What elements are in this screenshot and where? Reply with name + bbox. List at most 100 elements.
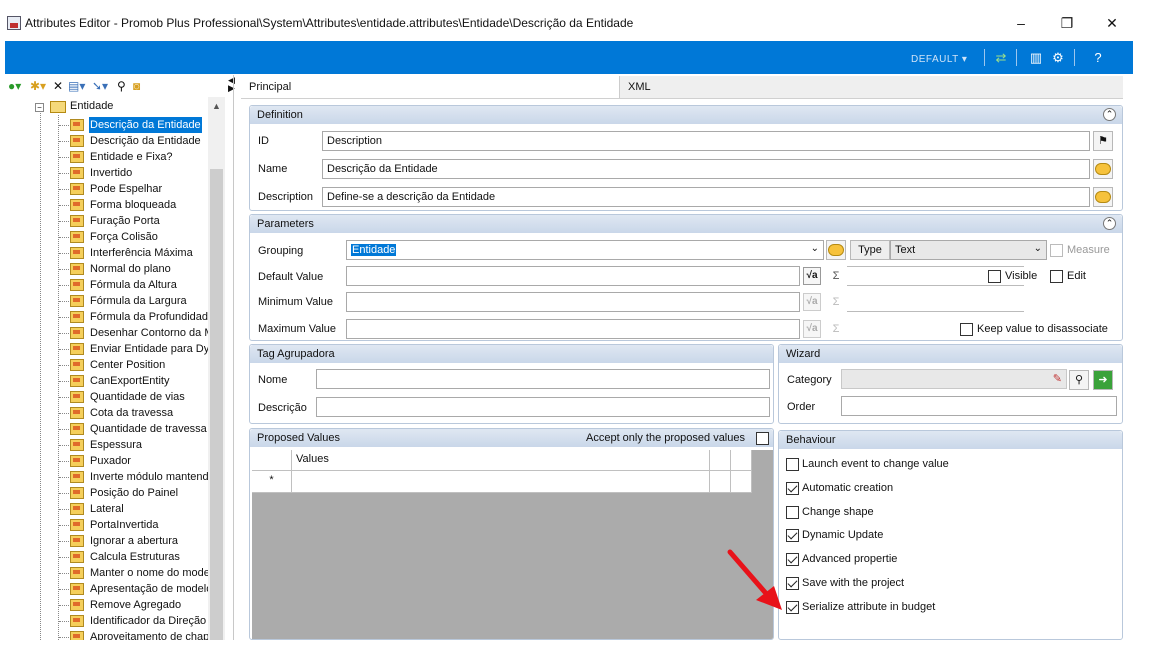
grouping-translate-button[interactable]: [826, 240, 846, 260]
name-input[interactable]: Descrição da Entidade: [322, 159, 1090, 179]
attribute-icon: [70, 567, 84, 579]
category-input[interactable]: ✎: [841, 369, 1067, 389]
minimum-value-input[interactable]: [346, 292, 800, 312]
folder-icon: [50, 101, 66, 113]
behaviour-checkbox[interactable]: [786, 481, 799, 495]
find-icon[interactable]: ⚲: [117, 78, 126, 94]
attribute-icon: [70, 519, 84, 531]
tab-principal[interactable]: Principal: [241, 76, 619, 98]
attribute-icon: [70, 343, 84, 355]
minimize-button[interactable]: –: [998, 5, 1044, 41]
tree-guide-line: [59, 589, 69, 590]
maximum-value-label: Maximum Value: [258, 323, 337, 335]
id-picker-button[interactable]: ⚑: [1093, 131, 1113, 151]
attribute-icon: [70, 583, 84, 595]
behaviour-checkbox[interactable]: [786, 505, 799, 519]
description-input[interactable]: Define-se a descrição da Entidade: [322, 187, 1090, 207]
descricao-input[interactable]: [316, 397, 770, 417]
grid-cell: [731, 471, 752, 493]
tree-scrollbar[interactable]: ▲: [208, 97, 225, 640]
behaviour-label: Save with the project: [802, 577, 905, 589]
attribute-icon: [70, 119, 84, 131]
attributes-tree[interactable]: − Entidade Descrição da Entidade Descriçã…: [5, 97, 229, 640]
minimum-sum-button[interactable]: Σ: [827, 293, 845, 311]
collapse-node-icon[interactable]: −: [35, 103, 44, 112]
attribute-icon: [70, 359, 84, 371]
back-icon[interactable]: ●▾: [8, 78, 21, 94]
tab-xml[interactable]: XML: [619, 76, 1123, 98]
scroll-thumb[interactable]: [210, 169, 223, 640]
accept-only-label: Accept only the proposed values: [586, 432, 745, 444]
visible-label: Visible: [1005, 270, 1038, 282]
visible-checkbox[interactable]: [988, 270, 1001, 283]
name-translate-button[interactable]: [1093, 159, 1113, 179]
delete-icon[interactable]: ✕: [53, 78, 63, 94]
tree-item-label: Posição do Painel: [90, 487, 179, 499]
copy-icon[interactable]: ▤▾: [68, 78, 85, 94]
values-grid[interactable]: Values *: [252, 450, 773, 639]
maximum-formula-button[interactable]: √a: [803, 320, 821, 338]
default-formula-button[interactable]: √a: [803, 267, 821, 285]
parameters-group: Parameters ⌃ Grouping Entidade ⌄ Type Te…: [249, 214, 1123, 341]
measure-checkbox[interactable]: [1050, 244, 1063, 257]
maximum-sum-button[interactable]: Σ: [827, 320, 845, 338]
collapse-parameters-button[interactable]: ⌃: [1103, 217, 1116, 230]
go-category-button[interactable]: ➜: [1093, 370, 1113, 390]
layout-icon[interactable]: ▥: [1028, 50, 1044, 66]
attribute-icon: [70, 135, 84, 147]
tree-item-label: Enviar Entidade para Dy: [90, 343, 210, 355]
behaviour-checkbox[interactable]: [786, 458, 799, 471]
behaviour-checkbox[interactable]: [786, 553, 799, 567]
tree-root-label[interactable]: Entidade: [70, 100, 113, 112]
keep-value-checkbox[interactable]: [960, 323, 973, 336]
order-input[interactable]: [841, 396, 1117, 416]
new-value-cell[interactable]: [292, 471, 710, 493]
scroll-up-icon[interactable]: ▲: [212, 101, 221, 111]
id-input[interactable]: Description: [322, 131, 1090, 151]
tree-item-label: Fórmula da Altura: [90, 279, 177, 291]
behaviour-checkbox[interactable]: [786, 529, 799, 543]
toolbar-separator: [1016, 49, 1017, 66]
database-icon[interactable]: ◙: [133, 78, 140, 94]
default-dropdown[interactable]: DEFAULT ▾: [911, 54, 967, 65]
description-translate-button[interactable]: [1093, 187, 1113, 207]
arrow-shaft: [727, 549, 773, 601]
attribute-icon: [70, 263, 84, 275]
maximum-value-input[interactable]: [346, 319, 800, 339]
refresh-icon[interactable]: ⇄: [993, 50, 1009, 66]
behaviour-checkbox[interactable]: [786, 600, 799, 614]
default-sum-button[interactable]: Σ: [827, 267, 845, 285]
settings-icon[interactable]: ⚙: [1050, 50, 1066, 66]
panel-splitter[interactable]: [233, 75, 234, 640]
behaviour-title: Behaviour: [786, 434, 836, 446]
maximize-button[interactable]: ❐: [1044, 5, 1090, 41]
edit-checkbox[interactable]: [1050, 270, 1063, 283]
help-icon[interactable]: ?: [1090, 50, 1106, 66]
tree-guide-line: [59, 253, 69, 254]
tree-guide-line: [59, 557, 69, 558]
behaviour-checkbox[interactable]: [786, 577, 799, 590]
minimum-formula-button[interactable]: √a: [803, 293, 821, 311]
tree-guide-line: [59, 509, 69, 510]
grouping-select[interactable]: Entidade ⌄: [346, 240, 824, 260]
tree-item-label: Forma bloqueada: [90, 199, 177, 211]
speech-bubble-icon: [828, 244, 844, 256]
values-column-header[interactable]: Values: [292, 450, 710, 471]
new-item-icon[interactable]: ✱▾: [30, 78, 46, 94]
accept-only-checkbox[interactable]: [756, 432, 769, 445]
tree-guide-line: [59, 205, 69, 206]
eraser-icon[interactable]: ✎: [1053, 372, 1062, 385]
find-category-button[interactable]: ⚲: [1069, 370, 1089, 390]
move-down-icon[interactable]: ➘▾: [92, 78, 108, 94]
close-button[interactable]: ✕: [1089, 5, 1135, 41]
collapse-definition-button[interactable]: ⌃: [1103, 108, 1116, 121]
tree-guide-line: [59, 285, 69, 286]
attribute-icon: [70, 551, 84, 563]
default-value-input[interactable]: [346, 266, 800, 286]
type-select[interactable]: Text ⌄: [890, 240, 1047, 260]
tree-guide-line: [59, 413, 69, 414]
order-label: Order: [787, 401, 816, 413]
attribute-icon: [70, 151, 84, 163]
nome-input[interactable]: [316, 369, 770, 389]
tab-divider: [241, 98, 1123, 99]
